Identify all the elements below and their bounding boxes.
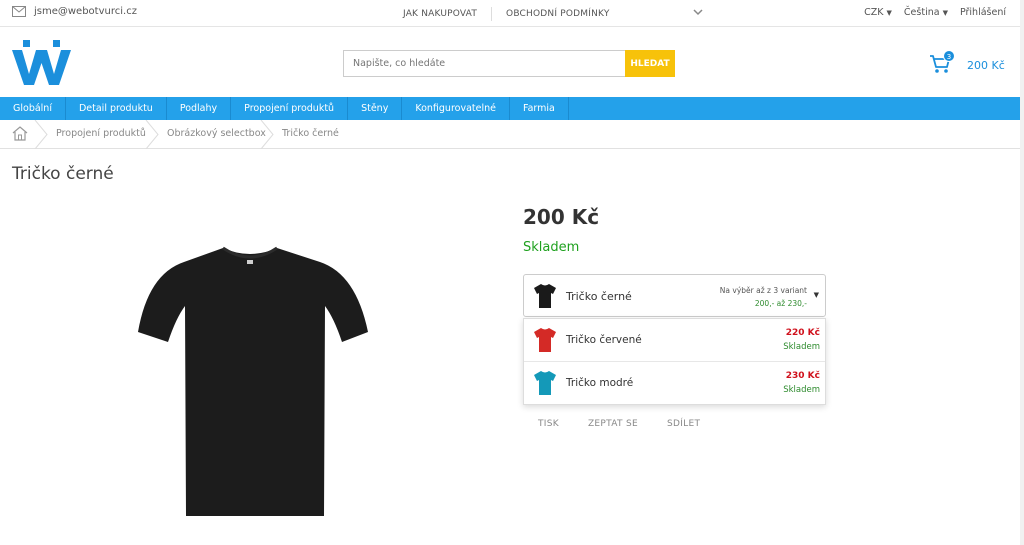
- breadcrumb-separator-icon: [260, 120, 274, 149]
- product-price: 200 Kč: [523, 205, 600, 229]
- variant-note: Na výběr až z 3 variant 200,- až 230,-: [720, 284, 807, 310]
- top-bar: jsme@webotvurci.cz JAK NAKUPOVAT OBCHODN…: [0, 0, 1020, 27]
- variant-option-stock: Skladem: [783, 385, 820, 395]
- logo-w-icon[interactable]: [12, 40, 72, 86]
- breadcrumb-separator-icon: [145, 120, 159, 149]
- top-nav: JAK NAKUPOVAT OBCHODNÍ PODMÍNKY: [403, 7, 610, 21]
- cart[interactable]: 3 200 Kč: [929, 50, 1005, 76]
- nav-item-walls[interactable]: Stěny: [348, 97, 403, 120]
- breadcrumb: Propojení produktů Obrázkový selectbox T…: [0, 120, 1020, 149]
- share-link[interactable]: SDÍLET: [667, 419, 700, 429]
- nav-item-configurable[interactable]: Konfigurovatelné: [402, 97, 510, 120]
- print-link[interactable]: TISK: [538, 419, 559, 429]
- cart-icon-wrap: 3: [929, 50, 955, 76]
- nav-item-farmia[interactable]: Farmia: [510, 97, 569, 120]
- variant-option-stock: Skladem: [783, 342, 820, 352]
- ask-link[interactable]: ZEPTAT SE: [588, 419, 638, 429]
- variant-option-label: Tričko modré: [566, 377, 634, 389]
- breadcrumb-separator-icon: [34, 120, 48, 149]
- nav-item-floors[interactable]: Podlahy: [167, 97, 232, 120]
- variant-price-range: 200,- až 230,-: [754, 299, 807, 308]
- nav-item-product-detail[interactable]: Detail produktu: [66, 97, 167, 120]
- top-nav-terms[interactable]: OBCHODNÍ PODMÍNKY: [506, 9, 610, 19]
- email-text: jsme@webotvurci.cz: [34, 6, 137, 17]
- variant-option-red[interactable]: Tričko červené 220 Kč Skladem: [524, 319, 825, 362]
- main-nav: Globální Detail produktu Podlahy Propoje…: [0, 97, 1020, 120]
- red-tshirt-icon: [534, 328, 556, 352]
- product-image[interactable]: [120, 200, 380, 520]
- nav-item-product-linking[interactable]: Propojení produktů: [231, 97, 349, 120]
- home-icon[interactable]: [12, 126, 28, 141]
- top-nav-how-to-buy[interactable]: JAK NAKUPOVAT: [403, 9, 477, 19]
- breadcrumb-current: Tričko černé: [282, 128, 339, 139]
- search-form: HLEDAT: [343, 50, 675, 77]
- search-input[interactable]: [343, 50, 625, 77]
- breadcrumb-item[interactable]: Obrázkový selectbox: [167, 128, 266, 139]
- cart-count-badge: 3: [943, 50, 955, 62]
- login-link[interactable]: Přihlášení: [960, 7, 1006, 18]
- variant-option-label: Tričko červené: [566, 334, 642, 346]
- caret-down-icon: ▼: [813, 291, 819, 299]
- black-tshirt-icon: [534, 284, 556, 308]
- variant-select[interactable]: Tričko černé Na výběr až z 3 variant 200…: [523, 274, 826, 317]
- variant-option-price: 220 Kč: [785, 328, 820, 338]
- header: HLEDAT 3 200 Kč: [0, 28, 1020, 97]
- top-right-links: CZK ▼ Čeština ▼ Přihlášení: [864, 7, 1006, 18]
- variant-count-note: Na výběr až z 3 variant: [719, 286, 807, 295]
- caret-down-icon: ▼: [942, 9, 948, 17]
- envelope-icon: [12, 6, 26, 17]
- cart-total: 200 Kč: [967, 58, 1005, 72]
- scrollbar[interactable]: [1020, 0, 1024, 545]
- search-button[interactable]: HLEDAT: [625, 50, 675, 77]
- product-actions: TISK ZEPTAT SE SDÍLET: [538, 419, 700, 429]
- language-select[interactable]: Čeština ▼: [904, 7, 948, 18]
- selected-variant-label: Tričko černé: [566, 290, 632, 303]
- variant-option-price: 230 Kč: [785, 371, 820, 381]
- language-label: Čeština: [903, 7, 940, 18]
- currency-label: CZK: [864, 7, 884, 18]
- chevron-down-icon[interactable]: [692, 6, 704, 18]
- variant-option-blue[interactable]: Tričko modré 230 Kč Skladem: [524, 362, 825, 405]
- blue-tshirt-icon: [534, 371, 556, 395]
- currency-select[interactable]: CZK ▼: [864, 7, 892, 18]
- variant-options-list: Tričko červené 220 Kč Skladem Tričko mod…: [523, 318, 826, 405]
- nav-item-global[interactable]: Globální: [0, 97, 66, 120]
- caret-down-icon: ▼: [886, 9, 892, 17]
- contact-email[interactable]: jsme@webotvurci.cz: [12, 6, 137, 17]
- page-title: Tričko černé: [12, 164, 114, 184]
- breadcrumb-item[interactable]: Propojení produktů: [56, 128, 146, 139]
- top-nav-divider: [491, 7, 493, 21]
- stock-status: Skladem: [523, 240, 580, 255]
